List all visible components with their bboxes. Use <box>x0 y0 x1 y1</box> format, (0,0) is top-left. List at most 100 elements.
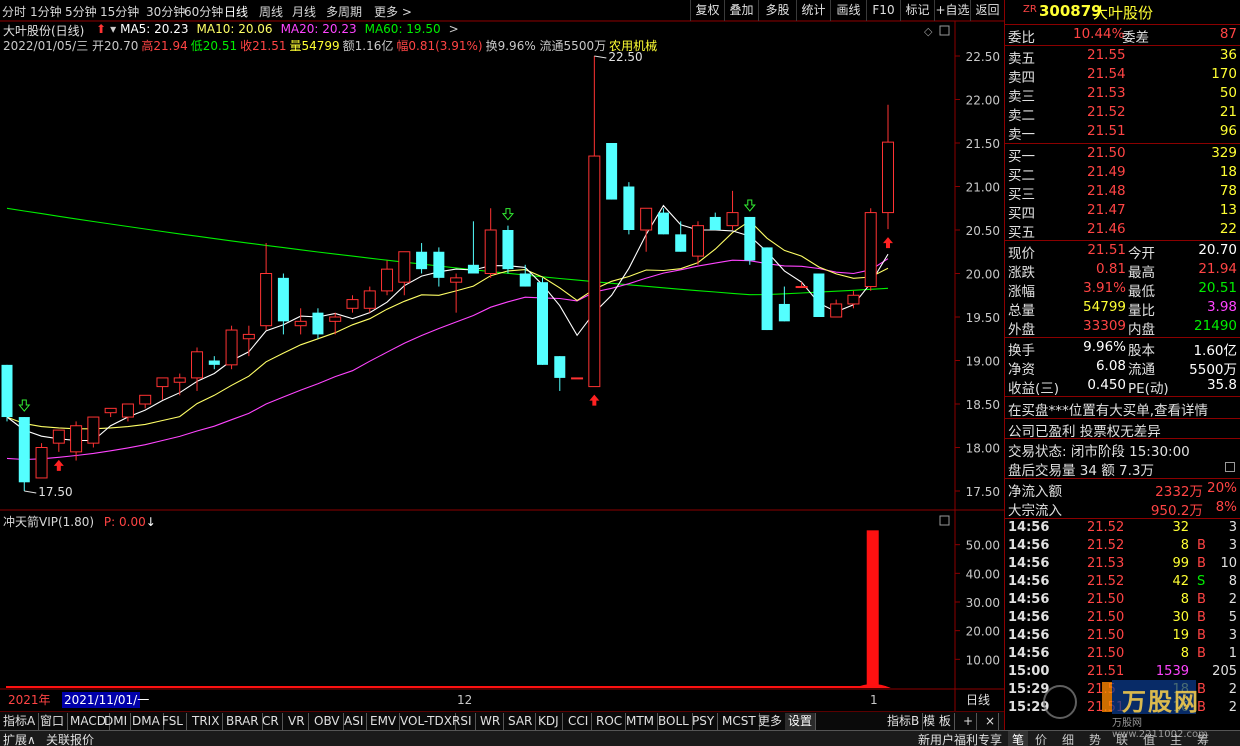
candle[interactable] <box>726 190 739 230</box>
candle[interactable] <box>864 208 877 291</box>
toolbar-tool-button[interactable]: 叠加 <box>724 0 758 21</box>
period-tab[interactable]: 周线 <box>259 3 283 20</box>
panel-tab[interactable]: 细 <box>1062 731 1074 746</box>
panel-tab[interactable]: 筹 <box>1197 731 1209 746</box>
toolbar-tool-button[interactable]: +自选 <box>934 0 970 21</box>
candle[interactable] <box>813 273 825 318</box>
candle[interactable] <box>225 325 238 370</box>
indicator-tab[interactable]: SAR <box>505 713 537 730</box>
bid-level[interactable]: 买二 21.49 18 <box>1005 164 1240 184</box>
expand-icon[interactable] <box>1225 462 1235 472</box>
ask-level[interactable]: 卖四 21.54 170 <box>1005 66 1240 86</box>
candle[interactable] <box>709 212 721 230</box>
indicator-tab[interactable]: 窗口 <box>37 713 69 730</box>
indicator-tab[interactable]: FSL <box>159 713 187 730</box>
indicator-right-button[interactable]: 指标B <box>884 713 924 730</box>
candle[interactable] <box>795 282 808 289</box>
indicator-tab[interactable]: 更多 <box>755 713 787 730</box>
candle[interactable] <box>519 264 531 287</box>
indicator-tab[interactable]: WR <box>477 713 505 730</box>
panel-tab[interactable]: 笔 <box>1008 731 1029 746</box>
indicator-tab[interactable]: EMV <box>367 713 401 730</box>
chevron-right-icon[interactable]: > <box>449 22 459 36</box>
candle[interactable] <box>416 243 428 274</box>
candle[interactable] <box>87 416 100 448</box>
candle[interactable] <box>52 429 65 452</box>
toolbar-tool-button[interactable]: 统计 <box>796 0 830 21</box>
kline-chart[interactable]: 22.50 22.00 21.50 21.00 20.50 20.00 19.50 19.00… <box>0 21 1004 711</box>
candle[interactable] <box>173 373 186 396</box>
panel-tab[interactable]: 联 <box>1116 731 1128 746</box>
candle[interactable] <box>294 308 307 335</box>
ask-level[interactable]: 卖三 21.53 50 <box>1005 85 1240 105</box>
indicator-tab[interactable]: DMI <box>101 713 132 730</box>
indicator-tab[interactable]: RSI <box>449 713 476 730</box>
bid-level[interactable]: 买四 21.47 13 <box>1005 202 1240 222</box>
ma-toggle-icon[interactable]: ▾ <box>110 22 116 36</box>
candle[interactable] <box>433 247 445 287</box>
candle[interactable] <box>484 208 497 278</box>
indicator-tab[interactable]: 指标A <box>0 713 40 730</box>
candle[interactable] <box>312 308 324 339</box>
indicator-tab[interactable]: BOLL <box>655 713 693 730</box>
indicator-tab[interactable]: MCST <box>719 713 760 730</box>
candle[interactable] <box>554 356 566 391</box>
candle[interactable] <box>744 216 756 265</box>
indicator-tab[interactable]: OBV <box>311 713 344 730</box>
toolbar-tool-button[interactable]: F10 <box>866 0 900 21</box>
candle[interactable] <box>260 243 273 331</box>
period-tab[interactable]: 30分钟 <box>146 3 185 20</box>
big-order-notice[interactable]: 在买盘***位置有大买单,查看详情 <box>1005 399 1240 419</box>
indicator-tab[interactable]: 设置 <box>785 713 817 730</box>
candle[interactable] <box>882 104 894 230</box>
panel-tab[interactable]: 值 <box>1143 731 1155 746</box>
period-tab[interactable]: 5分钟 <box>65 3 97 20</box>
ask-level[interactable]: 卖二 21.52 21 <box>1005 104 1240 124</box>
candle[interactable] <box>761 247 773 331</box>
diamond-icon[interactable]: ◇ <box>924 25 933 38</box>
candle[interactable] <box>18 417 30 491</box>
candle[interactable] <box>363 286 376 313</box>
indicator-tab[interactable]: VOL-TDX <box>397 713 456 730</box>
toolbar-tool-button[interactable]: 标记 <box>900 0 934 21</box>
indicator-tab[interactable]: ROC <box>593 713 627 730</box>
ask-level[interactable]: 卖一 21.51 96 <box>1005 123 1240 143</box>
indicator-tab[interactable]: MTM <box>623 713 659 730</box>
indicator-right-button[interactable]: 模 板 <box>920 713 955 730</box>
candle[interactable] <box>1 364 13 422</box>
candle[interactable] <box>502 225 514 274</box>
candle[interactable] <box>830 299 843 318</box>
indicator-tab[interactable]: CCI <box>565 713 593 730</box>
indicator-tab[interactable]: KDJ <box>535 713 563 730</box>
maximize-icon[interactable] <box>939 25 950 36</box>
candle[interactable] <box>588 56 601 388</box>
panel-tab[interactable]: 价 <box>1035 731 1047 746</box>
candle[interactable] <box>35 443 48 479</box>
period-tab[interactable]: 更多 > <box>374 3 412 20</box>
period-tab[interactable]: 日线 <box>224 3 248 20</box>
toolbar-tool-button[interactable]: 返回 <box>970 0 1004 21</box>
candle[interactable] <box>208 356 220 370</box>
period-tab[interactable]: 1分钟 <box>30 3 62 20</box>
panel-tab[interactable]: 势 <box>1089 731 1101 746</box>
candle[interactable] <box>450 273 463 313</box>
period-tab[interactable]: 分时 <box>2 3 26 20</box>
related-quote-button[interactable]: 关联报价 <box>46 731 94 746</box>
period-tab[interactable]: 15分钟 <box>100 3 139 20</box>
bid-level[interactable]: 买三 21.48 78 <box>1005 183 1240 203</box>
candle[interactable] <box>467 221 479 274</box>
ask-level[interactable]: 卖五 21.55 36 <box>1005 47 1240 67</box>
panel-tab[interactable]: 主 <box>1170 731 1182 746</box>
period-tab[interactable]: 60分钟 <box>184 3 223 20</box>
indicator-tab[interactable]: CR <box>259 713 283 730</box>
candle[interactable] <box>381 260 394 296</box>
candle[interactable] <box>571 377 584 380</box>
candle[interactable] <box>139 394 152 409</box>
indicator-tab[interactable]: PSY <box>689 713 719 730</box>
toolbar-tool-button[interactable]: 画线 <box>830 0 866 21</box>
candle[interactable] <box>104 407 117 418</box>
candle[interactable] <box>623 182 635 235</box>
candle[interactable] <box>346 295 359 313</box>
indicator-right-button[interactable]: + <box>960 713 978 730</box>
bid-level[interactable]: 买五 21.46 22 <box>1005 221 1240 241</box>
